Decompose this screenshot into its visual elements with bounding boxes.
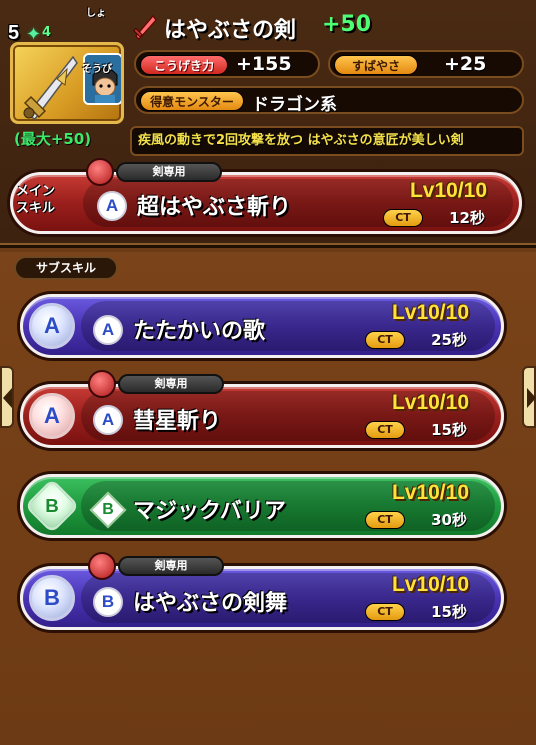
monster-label: 得意モンスター: [140, 91, 244, 111]
skill-mini-type-icon: A: [93, 405, 123, 435]
exclusive-sword-icon: [86, 158, 114, 186]
skill-type-a-icon: A: [29, 303, 75, 349]
attack-stat-row: こうげき力 +155: [134, 50, 320, 78]
main-skill-name: 超はやぶさ斬り: [137, 195, 292, 220]
sub-skill-level: Lv10/10: [391, 481, 469, 504]
skill-mini-type-icon: A: [93, 315, 123, 345]
sub-skill-name: たたかいの歌: [133, 319, 266, 344]
sub-skill-level: Lv10/10: [391, 301, 469, 324]
skill-type-letter: A: [44, 403, 60, 428]
skill-type-a-icon: A: [29, 393, 75, 439]
sub-skill-level: Lv10/10: [391, 573, 469, 596]
main-skill-ct-value: 12秒: [449, 209, 485, 227]
sub-skill-name: マジックバリア: [133, 499, 286, 524]
skill-type-b-icon: B: [24, 478, 80, 534]
item-description: 疾風の動きで2回攻撃を放つ はやぶさの意匠が美しい剣: [130, 126, 524, 156]
monster-stat-row: 得意モンスター ドラゴン系: [134, 86, 524, 115]
sub-skill-ct-badge: CT: [365, 511, 405, 529]
badge-equip-label: そうび: [82, 64, 112, 75]
chevron-left-icon[interactable]: [0, 366, 14, 428]
item-name: はやぶさの剣: [164, 18, 297, 43]
attack-value: +155: [236, 53, 292, 75]
sub-skill-ct-value: 30秒: [431, 511, 467, 529]
rarity-level: 5: [8, 22, 20, 44]
main-skill-label-line1: メイン: [16, 184, 56, 199]
skill-type-letter: B: [45, 494, 59, 517]
sub-skill-name: はやぶさの剣舞: [133, 591, 288, 616]
exclusive-sword-icon: [88, 552, 116, 580]
main-skill-bar[interactable]: A 超はやぶさ斬り Lv10/10 CT 12秒: [10, 172, 522, 234]
speed-value: +25: [444, 53, 487, 75]
main-skill-ct-badge: CT: [383, 209, 423, 227]
item-detail-panel: 5 ✦ 4 しょ そうび (最大+50) はやぶさの剣 +50 こうげき力 +1…: [0, 0, 536, 248]
main-skill-exclusive-tag: 剣専用: [116, 162, 222, 182]
main-skill-level: Lv10/10: [409, 179, 487, 202]
sub-skill-title: サブスキル: [14, 256, 118, 280]
attack-label: こうげき力: [140, 55, 228, 75]
exclusive-sword-icon: [88, 370, 116, 398]
monster-value: ドラゴン系: [252, 95, 337, 115]
main-skill-label-line2: スキル: [16, 201, 56, 216]
sub-skill-ct-badge: CT: [365, 603, 405, 621]
chevron-right-icon[interactable]: [522, 366, 536, 428]
sub-skill-exclusive-tag: 剣専用: [118, 374, 224, 394]
sub-skill-bar-3[interactable]: B B マジックバリア Lv10/10 CT 30秒: [20, 474, 504, 538]
sub-skill-level: Lv10/10: [391, 391, 469, 414]
upgrade-count: 4: [42, 25, 52, 40]
falcon-sword-icon: [23, 55, 78, 120]
star-icon: ✦: [26, 24, 42, 45]
item-icon-frame[interactable]: [10, 42, 124, 124]
sub-skill-ct-value: 15秒: [431, 603, 467, 621]
sub-skill-exclusive-tag: 剣専用: [118, 556, 224, 576]
skill-mini-type-icon: B: [93, 587, 123, 617]
max-bonus: (最大+50): [14, 130, 92, 148]
sub-skill-name: 彗星斬り: [133, 409, 222, 434]
main-skill-type-icon: A: [97, 191, 127, 221]
sub-skill-ct-value: 15秒: [431, 421, 467, 439]
sub-skill-bar-1[interactable]: A A たたかいの歌 Lv10/10 CT 25秒: [20, 294, 504, 358]
speed-stat-row: すばやさ +25: [328, 50, 524, 78]
skill-type-letter: A: [44, 313, 60, 338]
skill-type-letter: B: [44, 585, 60, 610]
skill-mini-type-letter: B: [102, 501, 114, 518]
skill-type-b-icon: B: [29, 575, 75, 621]
sword-icon: [133, 15, 157, 40]
sub-skill-ct-value: 25秒: [431, 331, 467, 349]
badge-top-label: しょ: [86, 8, 106, 19]
main-skill-label: メイン スキル: [16, 183, 55, 217]
speed-label: すばやさ: [334, 55, 418, 75]
sub-skill-ct-badge: CT: [365, 421, 405, 439]
sub-skill-ct-badge: CT: [365, 331, 405, 349]
item-plus-value: +50: [322, 12, 372, 37]
